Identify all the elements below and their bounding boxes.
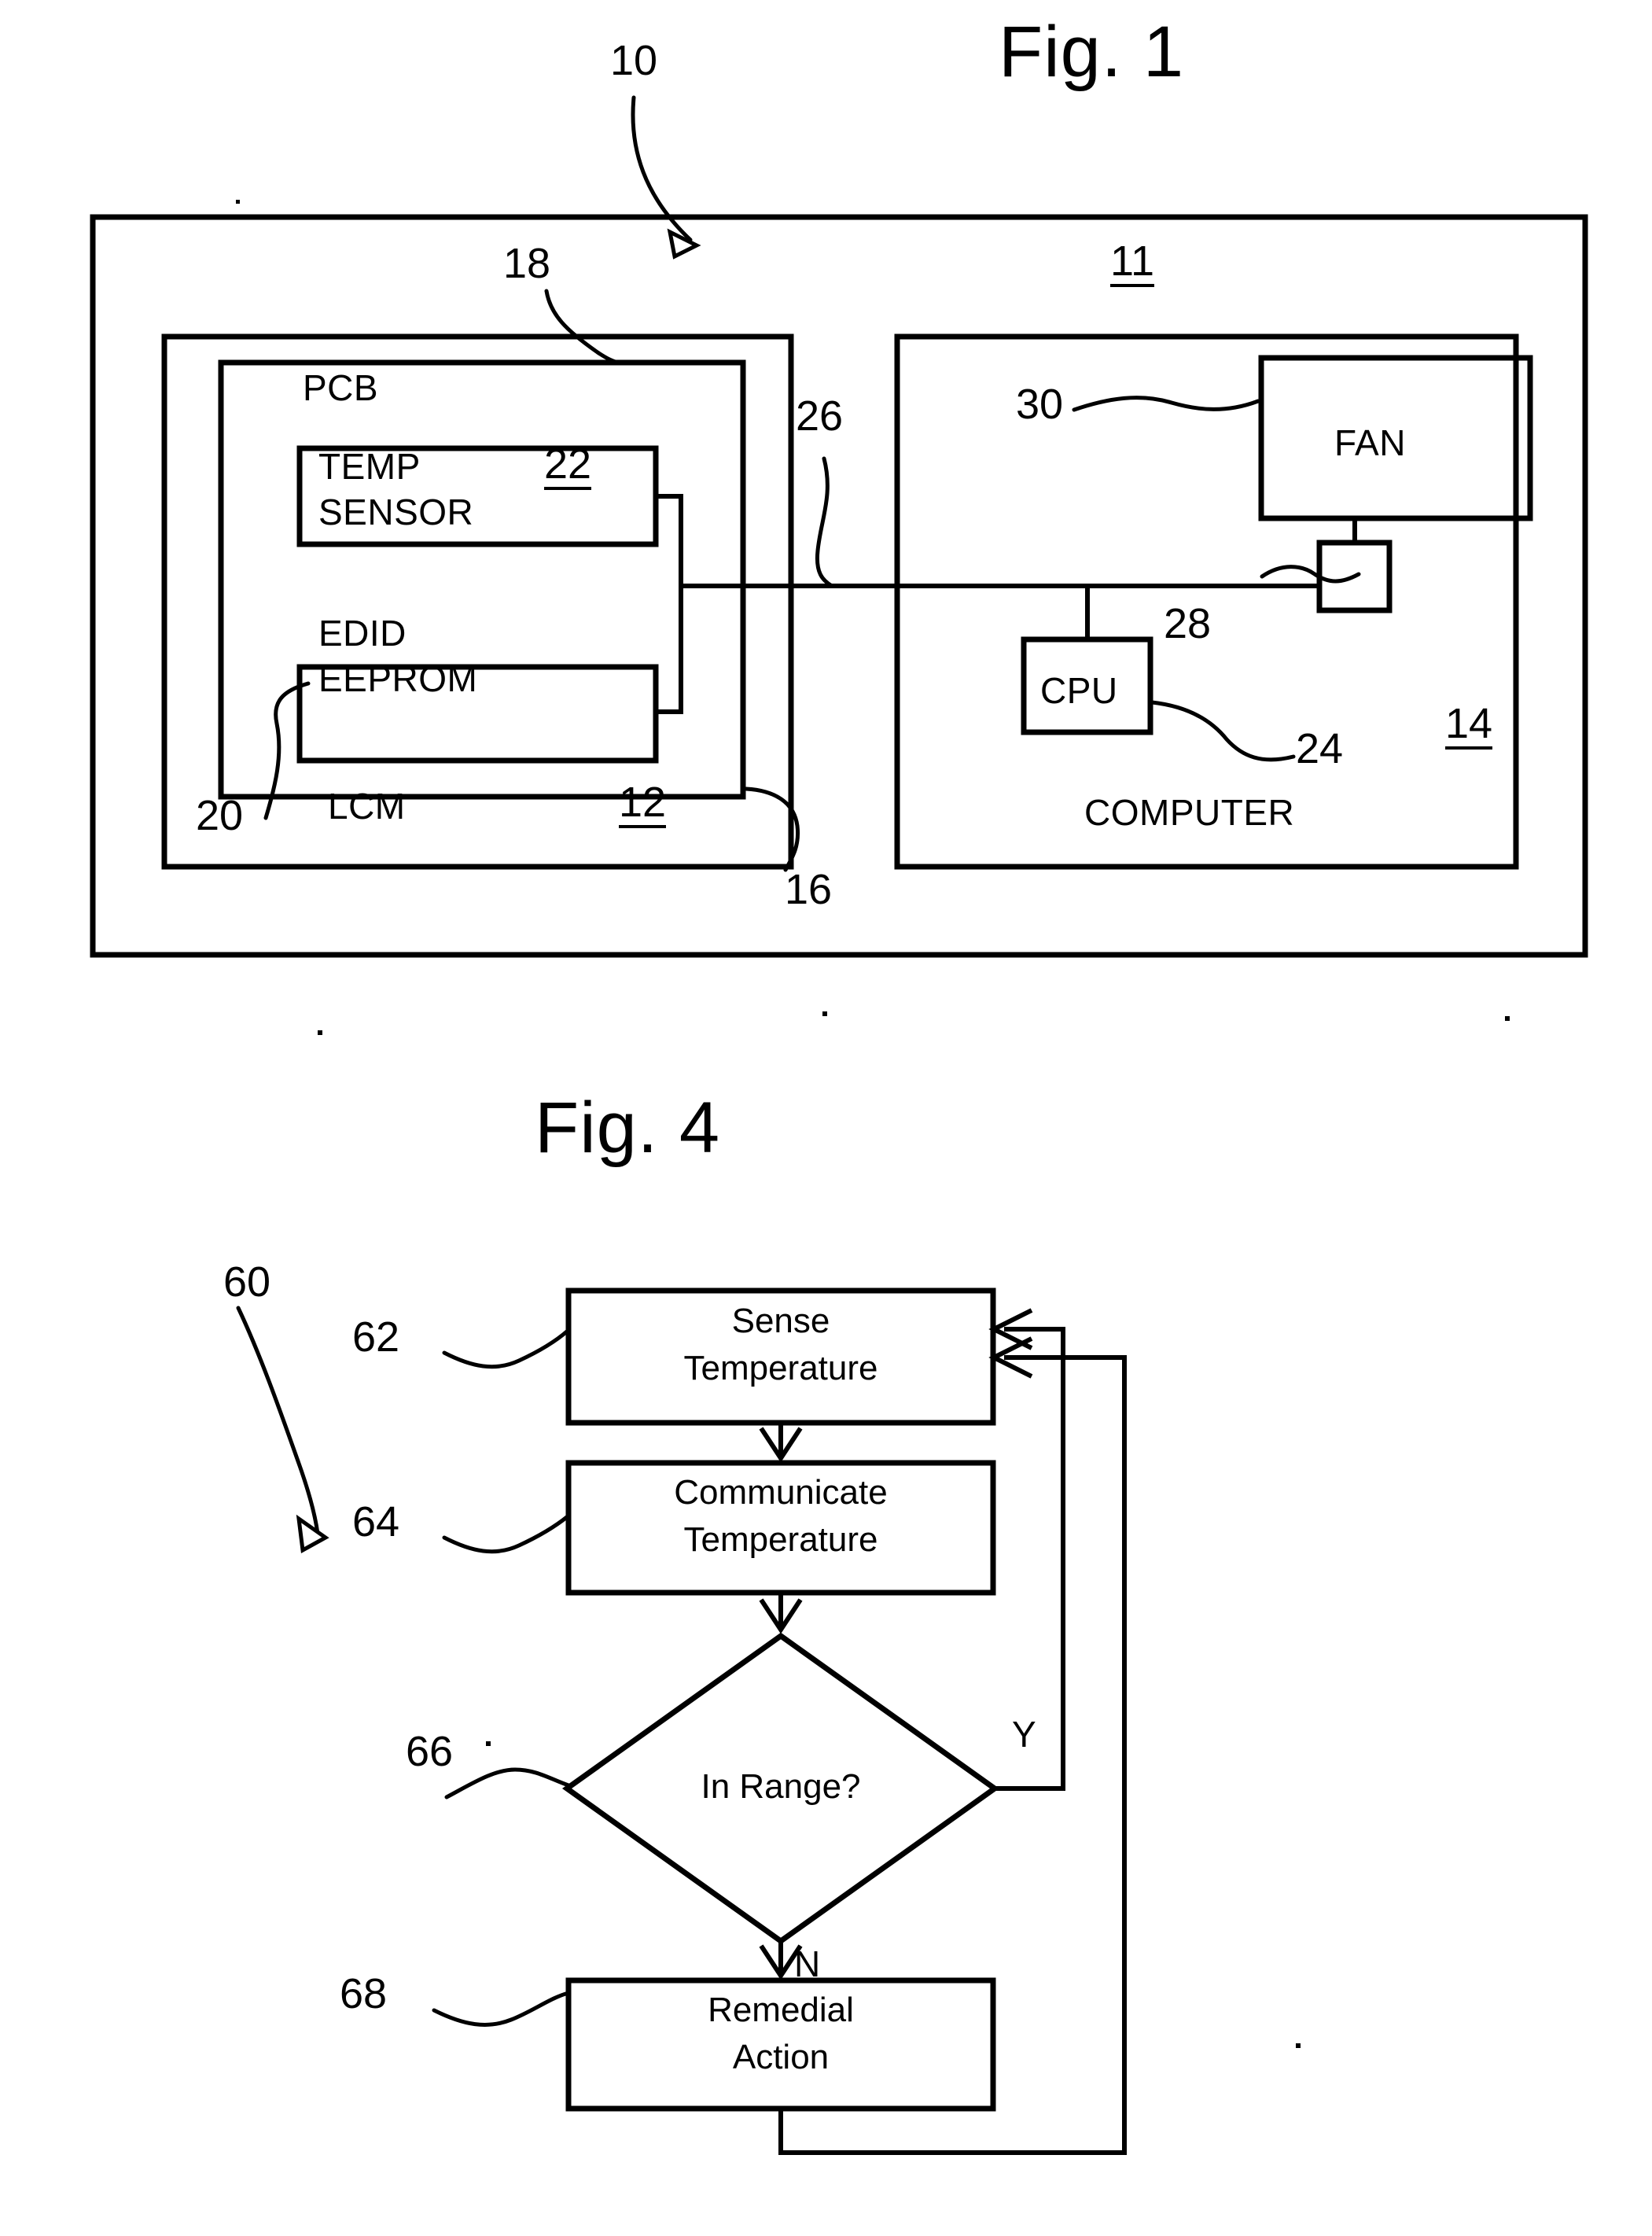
ref-60: 60 (223, 1258, 271, 1306)
ref-68: 68 (340, 1970, 388, 2017)
edge-label-yes: Y (1012, 1714, 1036, 1755)
ref-11: 11 (1110, 240, 1155, 287)
flow-node-sense-line1: Sense (731, 1302, 830, 1340)
ref-12: 12 (619, 781, 667, 828)
cpu-label: CPU (1040, 670, 1118, 711)
ref-22: 22 (544, 443, 592, 490)
flow-node-communicate-line1: Communicate (674, 1473, 888, 1512)
flow-node-decision-label: In Range? (701, 1767, 861, 1806)
lcm-label: LCM (328, 786, 406, 827)
ref-16: 16 (785, 866, 833, 913)
scan-speck (822, 1011, 827, 1016)
patent-drawing-sheet: Fig. 1 10 18 11 PCB TEMP SENSOR 22 EDID … (0, 0, 1652, 2236)
flow-node-remedial-line2: Action (732, 2038, 830, 2076)
ref-26: 26 (796, 392, 844, 440)
flow-node-communicate-line2: Temperature (683, 1520, 878, 1559)
scan-speck (1505, 1016, 1510, 1021)
scan-speck (486, 1741, 491, 1746)
flow-node-remedial-line1: Remedial (708, 1991, 854, 2029)
ref-20: 20 (196, 792, 244, 839)
ref-66: 66 (406, 1728, 454, 1775)
eeprom-label-line2: EEPROM (318, 658, 478, 699)
ref-10: 10 (610, 37, 658, 84)
eeprom-label-line1: EDID (318, 613, 407, 654)
ref-28: 28 (1164, 600, 1212, 647)
scan-speck (318, 1030, 322, 1035)
scan-speck (1296, 2043, 1301, 2048)
fan-label: FAN (1334, 422, 1406, 463)
flow-node-sense-line2: Temperature (683, 1349, 878, 1387)
pcb-label: PCB (303, 367, 379, 408)
ref-24: 24 (1296, 725, 1344, 772)
figure-4-linework (236, 1287, 1127, 2155)
computer-label: COMPUTER (1084, 792, 1295, 833)
figure-4-title: Fig. 4 (535, 1088, 721, 1168)
ref-64: 64 (352, 1498, 400, 1545)
edge-label-no: N (794, 1943, 821, 1984)
figure-1-title: Fig. 1 (999, 12, 1185, 92)
scan-speck (236, 200, 240, 204)
temp-sensor-label-line2: SENSOR (318, 492, 474, 532)
figure-1-linework (90, 95, 1588, 958)
ref-14: 14 (1445, 702, 1493, 750)
ref-30: 30 (1016, 381, 1064, 428)
ref-62: 62 (352, 1313, 400, 1361)
ref-18: 18 (503, 240, 551, 287)
temp-sensor-label-line1: TEMP (318, 446, 421, 487)
